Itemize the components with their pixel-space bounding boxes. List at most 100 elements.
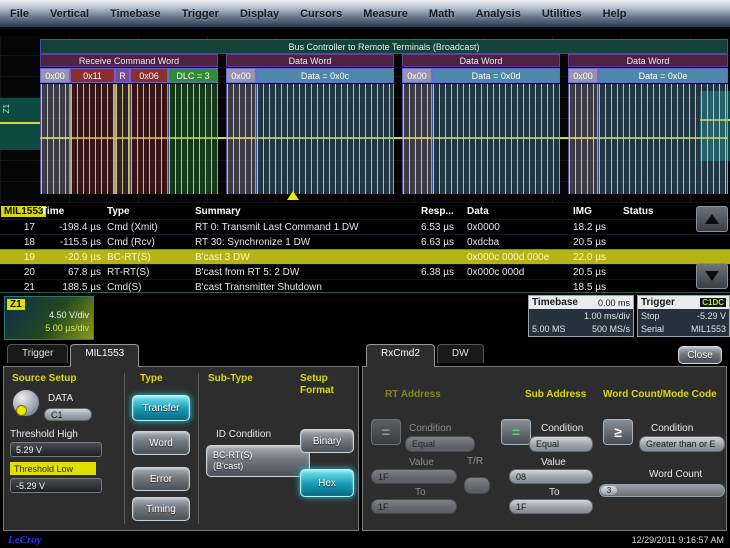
table-row[interactable]: 21188.5 µsCmd(S)B'cast Transmitter Shutd… [0, 279, 730, 294]
trigger-descriptor[interactable]: Trigger C1DC Stop -5.29 V Serial MIL1553 [637, 295, 730, 337]
trigger-protocol: MIL1553 [691, 324, 726, 334]
trigger-mode: Stop [641, 311, 660, 321]
tab-dw[interactable]: DW [437, 344, 484, 363]
rt-value-label: Value [409, 457, 434, 468]
table-scroll-down-button[interactable] [696, 263, 728, 289]
close-button[interactable]: Close [678, 346, 722, 364]
arrow-down-icon [705, 271, 719, 281]
menu-item-math[interactable]: Math [429, 8, 455, 20]
zoom-trace-descriptor[interactable]: Z1 4.50 V/div 5.00 µs/div [4, 296, 94, 340]
trigger-title: Trigger [641, 297, 675, 308]
wc-condition-select[interactable]: Greater than or E [639, 436, 725, 452]
table-row[interactable]: 19-20.9 µsBC-RT(S)B'cast 3 DW0x000c 000d… [0, 249, 730, 264]
decode-word-label: Data Word [226, 54, 394, 67]
table-row[interactable]: 17-198.4 µsCmd (Xmit)RT 0: Transmit Last… [0, 219, 730, 234]
table-row[interactable]: 2067.8 µsRT-RT(S)B'cast from RT 5: 2 DW6… [0, 264, 730, 279]
decode-field-label: 0x11 [70, 68, 115, 83]
decode-word-label: Data Word [568, 54, 728, 67]
cell-img: 18.2 µs [570, 222, 620, 233]
threshold-low-label[interactable]: Threshold Low [10, 462, 96, 475]
mil1553-setup-panel: Trigger MIL1553 Source Setup DATA C1 Thr… [3, 344, 359, 531]
cell-summary: RT 0: Transmit Last Command 1 DW [192, 222, 418, 233]
sub-address-title: Sub Address [525, 389, 586, 400]
cell-idx: 18 [0, 237, 38, 248]
tab-rxcmd2[interactable]: RxCmd2 [366, 344, 435, 367]
tab-trigger[interactable]: Trigger [7, 344, 68, 363]
col-type: Type [104, 206, 192, 217]
cell-img: 20.5 µs [570, 267, 620, 278]
tr-button[interactable] [464, 477, 490, 494]
sub-condition-select[interactable]: Equal [529, 436, 593, 452]
cell-data: 0xdcba [464, 237, 570, 248]
menu-item-analysis[interactable]: Analysis [476, 8, 521, 20]
menu-item-vertical[interactable]: Vertical [50, 8, 89, 20]
decode-field-label: Data = 0x0c [256, 68, 394, 83]
rt-to-label: To [415, 487, 426, 498]
cell-type: Cmd (Xmit) [104, 222, 192, 233]
sub-value-field[interactable]: 08 [509, 469, 593, 484]
cell-data: 0x000c 000d [464, 267, 570, 278]
cell-summary: RT 30: Synchronize 1 DW [192, 237, 418, 248]
waveform-burst [598, 84, 728, 194]
menu-item-trigger[interactable]: Trigger [182, 8, 219, 20]
greater-equal-icon[interactable]: ≥ [603, 419, 633, 445]
menu-item-cursors[interactable]: Cursors [300, 8, 342, 20]
equal-icon[interactable]: = [501, 419, 531, 445]
menu-item-display[interactable]: Display [240, 8, 279, 20]
adjust-knob-icon[interactable] [12, 389, 40, 417]
menu-item-file[interactable]: File [10, 8, 29, 20]
threshold-low-field[interactable]: -5.29 V [10, 478, 102, 493]
table-scroll-up-button[interactable] [696, 206, 728, 232]
threshold-high-field[interactable]: 5.29 V [10, 442, 102, 457]
format-hex-button[interactable]: Hex [300, 469, 354, 497]
setup-format-title: Setup Format [300, 373, 356, 397]
menu-item-measure[interactable]: Measure [363, 8, 408, 20]
type-error-button[interactable]: Error [132, 467, 190, 491]
cell-type: Cmd(S) [104, 282, 192, 293]
table-row[interactable]: 18-115.5 µsCmd (Rcv)RT 30: Synchronize 1… [0, 234, 730, 249]
type-word-button[interactable]: Word [132, 431, 190, 455]
source-setup-title: Source Setup [12, 373, 76, 384]
source-select[interactable]: C1 [44, 408, 92, 421]
type-transfer-button[interactable]: Transfer [132, 395, 190, 421]
tr-label: T/R [467, 456, 483, 467]
slider-handle[interactable]: 3 [601, 486, 617, 495]
equal-icon[interactable]: = [371, 419, 401, 445]
cell-img: 20.5 µs [570, 237, 620, 248]
word-count-slider[interactable]: 3 [599, 484, 725, 497]
decode-field-label: DLC = 3 [168, 68, 218, 83]
waveform-burst [568, 84, 598, 194]
cell-resp: 6.38 µs [418, 267, 464, 278]
rt-value-field[interactable]: 1F [371, 469, 457, 484]
decode-strip: Bus Controller to Remote Terminals (Broa… [40, 36, 728, 201]
tab-mil1553[interactable]: MIL1553 [70, 344, 139, 367]
zoom-trace-badge: Z1 [7, 299, 25, 310]
rt-condition-select[interactable]: Equal [405, 436, 475, 452]
waveform-burst [130, 84, 168, 194]
sub-to-field[interactable]: 1F [509, 499, 593, 514]
format-binary-button[interactable]: Binary [300, 429, 354, 453]
timebase-descriptor[interactable]: Timebase 0.00 ms 1.00 ms/div 5.00 MS 500… [528, 295, 634, 337]
cell-img: 22.0 µs [570, 252, 620, 263]
cell-img: 18.5 µs [570, 282, 620, 293]
timebase-samples: 5.00 MS [532, 324, 566, 334]
cell-summary: B'cast from RT 5: 2 DW [192, 267, 418, 278]
decode-field-label: Data = 0x0e [598, 68, 728, 83]
type-timing-button[interactable]: Timing [132, 497, 190, 521]
decode-word-label: Receive Command Word [40, 54, 218, 67]
col-summary: Summary [192, 206, 418, 217]
status-bar: LeCroy 12/29/2011 9:16:57 AM [0, 533, 730, 548]
cell-time: -198.4 µs [38, 222, 104, 233]
id-condition-button[interactable]: BC-RT(S) (B'cast) [206, 445, 310, 477]
waveform-burst [40, 84, 70, 194]
cell-data: 0x0000 [464, 222, 570, 233]
trigger-source-badge: C1DC [700, 298, 726, 307]
rt-to-field[interactable]: 1F [371, 499, 457, 514]
sub-to-label: To [549, 487, 560, 498]
menu-item-utilities[interactable]: Utilities [542, 8, 582, 20]
menu-item-timebase[interactable]: Timebase [110, 8, 161, 20]
cell-summary: B'cast 3 DW [192, 252, 418, 263]
decode-field-label: 0x00 [40, 68, 70, 83]
menu-item-help[interactable]: Help [603, 8, 627, 20]
col-resp: Resp... [418, 206, 464, 217]
